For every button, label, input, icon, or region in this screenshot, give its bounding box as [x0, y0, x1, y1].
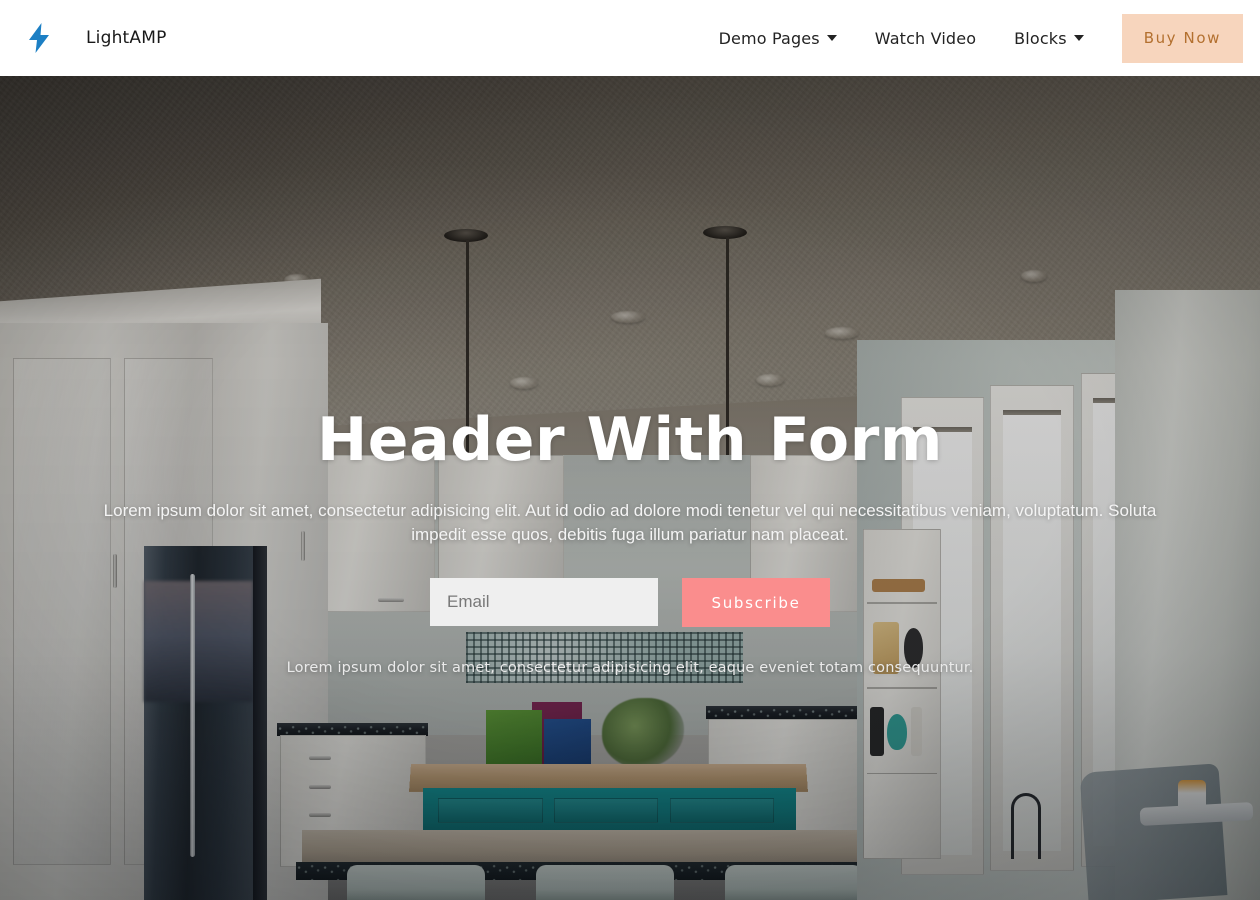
- chevron-down-icon: [1073, 35, 1084, 41]
- subscribe-form: Subscribe: [430, 578, 830, 628]
- hero-section: Header With Form Lorem ipsum dolor sit a…: [0, 76, 1260, 900]
- buy-now-button[interactable]: Buy Now: [1121, 13, 1243, 63]
- page-title: Header With Form: [316, 405, 944, 475]
- lightning-bolt-icon: [20, 16, 58, 60]
- hero-subtitle: Lorem ipsum dolor sit amet, consectetur …: [103, 500, 1157, 544]
- nav-item-watch-video[interactable]: Watch Video: [875, 29, 976, 48]
- nav-item-blocks-label: Blocks: [1014, 28, 1067, 48]
- nav-item-blocks[interactable]: Blocks: [1014, 29, 1084, 48]
- subscribe-button[interactable]: Subscribe: [682, 578, 830, 628]
- hero-content: Header With Form Lorem ipsum dolor sit a…: [0, 76, 1260, 900]
- nav-item-demo-pages-label: Demo Pages: [718, 28, 820, 48]
- hero-form-note: Lorem ipsum dolor sit amet, consectetur …: [286, 660, 974, 677]
- nav-item-demo-pages[interactable]: Demo Pages: [719, 29, 837, 48]
- email-input[interactable]: [430, 578, 658, 627]
- brand-logo[interactable]: LightAMP: [20, 16, 167, 60]
- top-navbar: LightAMP Demo Pages Watch Video Blocks B…: [0, 0, 1260, 76]
- nav-item-watch-video-label: Watch Video: [874, 28, 977, 48]
- chevron-down-icon: [826, 35, 837, 41]
- nav-links: Demo Pages Watch Video Blocks Buy Now: [719, 0, 1260, 76]
- brand-name: LightAMP: [86, 28, 167, 48]
